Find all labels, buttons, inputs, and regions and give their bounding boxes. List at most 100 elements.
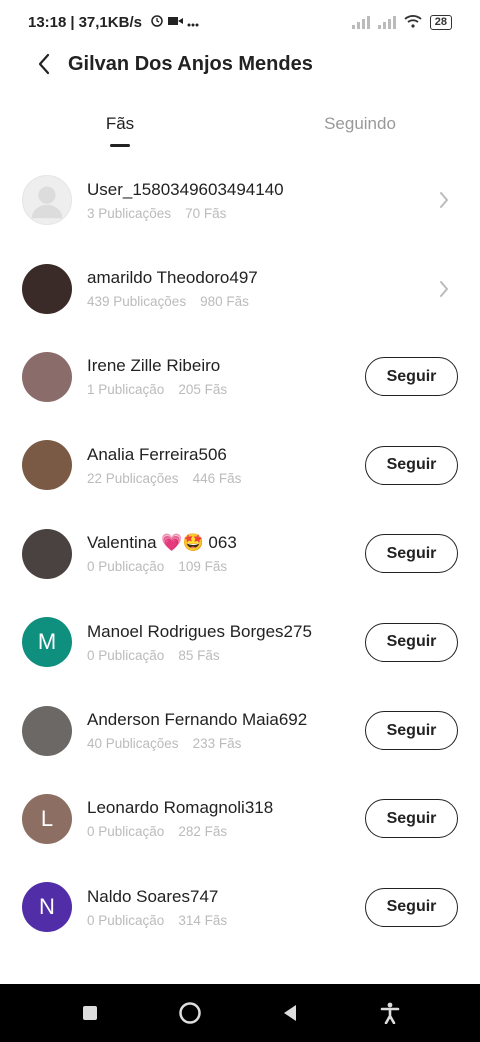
posts-count: 3 Publicações [87, 205, 172, 221]
page-title: Gilvan Dos Anjos Mendes [68, 52, 313, 75]
user-row[interactable]: L Leonardo Romagnoli318 0 Publicação 282 Fã… [0, 775, 480, 863]
user-info: User_1580349603494140 3 Publicações 70 Fãs [87, 180, 434, 221]
user-row[interactable]: N Naldo Soares747 0 Publicação 314 Fãs Segui… [0, 863, 480, 951]
user-row[interactable]: Analia Ferreira506 22 Publicações 446 Fãs S… [0, 421, 480, 509]
fans-count: 205 Fãs [178, 382, 228, 398]
user-name[interactable]: Irene Zille Ribeiro [87, 356, 365, 376]
user-row[interactable]: amarildo Theodoro497 439 Publicações 980 F… [0, 244, 480, 332]
alarm-icon [150, 13, 164, 31]
avatar[interactable]: M [22, 617, 72, 668]
recent-apps-button[interactable] [70, 993, 110, 1033]
follow-button[interactable]: Seguir [365, 799, 458, 839]
back-button[interactable] [24, 44, 64, 84]
posts-count: 40 Publicações [87, 736, 179, 752]
posts-count: 0 Publicação [87, 647, 165, 663]
back-nav-button[interactable] [270, 993, 310, 1033]
fans-count: 70 Fãs [185, 205, 227, 221]
user-list: User_1580349603494140 3 Publicações 70 Fãs… [0, 156, 480, 952]
avatar[interactable] [22, 351, 72, 402]
follow-button[interactable]: Seguir [365, 357, 458, 397]
fans-count: 85 Fãs [178, 647, 220, 663]
tab-fans[interactable]: Fãs [0, 100, 240, 150]
tabs: Fãs Seguindo [0, 100, 480, 150]
avatar[interactable] [22, 440, 72, 491]
avatar[interactable] [22, 263, 72, 314]
home-button[interactable] [170, 993, 210, 1033]
follow-button[interactable]: Seguir [365, 534, 458, 574]
avatar[interactable]: L [22, 793, 72, 844]
video-icon [167, 14, 183, 31]
follow-button[interactable]: Seguir [365, 622, 458, 662]
user-name[interactable]: Leonardo Romagnoli318 [87, 798, 365, 818]
header: Gilvan Dos Anjos Mendes [0, 44, 480, 84]
fans-count: 980 Fãs [200, 294, 249, 310]
square-icon [83, 1006, 97, 1020]
signal-icon-2 [377, 15, 396, 29]
posts-count: 22 Publicações [87, 470, 179, 486]
follow-button[interactable]: Seguir [365, 711, 458, 751]
avatar[interactable] [22, 528, 72, 579]
user-meta: 40 Publicações 233 Fãs [87, 736, 365, 751]
user-info: Valentina 💗🤩 063 0 Publicação 109 Fãs [87, 533, 365, 574]
user-row[interactable]: Valentina 💗🤩 063 0 Publicação 109 Fãs Segui… [0, 510, 480, 598]
avatar-letter: L [40, 805, 54, 831]
avatar[interactable] [22, 175, 72, 226]
user-name[interactable]: Valentina 💗🤩 063 [87, 533, 365, 553]
wifi-icon [404, 14, 422, 31]
user-info: Manoel Rodrigues Borges275 0 Publicação 85… [87, 622, 365, 663]
status-bar: 13:18 | 37,1KB/s 28 [0, 0, 480, 44]
accessibility-icon [380, 1002, 400, 1024]
accessibility-button[interactable] [370, 993, 410, 1033]
follow-button[interactable]: Seguir [365, 445, 458, 485]
avatar-letter: N [39, 894, 55, 920]
status-right: 28 [351, 14, 452, 31]
more-dots-icon [187, 14, 199, 31]
tab-fans-label: Fãs [105, 114, 135, 133]
user-name[interactable]: User_1580349603494140 [87, 180, 434, 200]
user-info: Anderson Fernando Maia692 40 Publicações 2… [87, 710, 365, 751]
user-info: Analia Ferreira506 22 Publicações 446 Fãs [87, 445, 365, 486]
user-name[interactable]: Anderson Fernando Maia692 [87, 710, 365, 730]
user-meta: 1 Publicação 205 Fãs [87, 382, 365, 397]
posts-count: 0 Publicação [87, 824, 165, 840]
avatar-letter: M [37, 629, 57, 655]
fans-count: 282 Fãs [178, 824, 228, 840]
signal-icon [351, 15, 370, 29]
chevron-right-icon[interactable] [434, 190, 454, 210]
user-row[interactable]: User_1580349603494140 3 Publicações 70 Fãs [0, 156, 480, 244]
follow-button[interactable]: Seguir [365, 887, 458, 927]
user-name[interactable]: Naldo Soares747 [87, 887, 365, 907]
tab-following[interactable]: Seguindo [240, 100, 480, 150]
chevron-right-icon[interactable] [434, 279, 454, 299]
fans-count: 314 Fãs [178, 912, 228, 928]
posts-count: 439 Publicações [87, 294, 187, 310]
user-meta: 3 Publicações 70 Fãs [87, 206, 434, 221]
user-meta: 0 Publicação 282 Fãs [87, 824, 365, 839]
user-name[interactable]: Analia Ferreira506 [87, 445, 365, 465]
user-row[interactable]: Anderson Fernando Maia692 40 Publicações 2… [0, 686, 480, 774]
user-meta: 0 Publicação 109 Fãs [87, 559, 365, 574]
avatar[interactable] [22, 705, 72, 756]
user-info: Naldo Soares747 0 Publicação 314 Fãs [87, 887, 365, 928]
status-left: 13:18 | 37,1KB/s [28, 13, 199, 31]
user-row[interactable]: Irene Zille Ribeiro 1 Publicação 205 Fãs Se… [0, 333, 480, 421]
back-arrow-icon [38, 53, 50, 75]
user-row[interactable]: M Manoel Rodrigues Borges275 0 Publicação 8… [0, 598, 480, 686]
fans-count: 109 Fãs [178, 559, 228, 575]
status-time: 13:18 [28, 13, 67, 31]
default-avatar-icon [31, 186, 63, 219]
posts-count: 1 Publicação [87, 382, 165, 398]
navigation-bar [0, 984, 480, 1042]
home-circle-icon [179, 1002, 201, 1024]
avatar[interactable]: N [22, 882, 72, 933]
tab-following-label: Seguindo [324, 114, 396, 133]
fans-count: 233 Fãs [192, 736, 242, 752]
user-name[interactable]: Manoel Rodrigues Borges275 [87, 622, 365, 642]
user-meta: 22 Publicações 446 Fãs [87, 471, 365, 486]
user-meta: 439 Publicações 980 Fãs [87, 294, 434, 309]
user-name[interactable]: amarildo Theodoro497 [87, 268, 434, 288]
fans-count: 446 Fãs [192, 470, 242, 486]
posts-count: 0 Publicação [87, 912, 165, 928]
triangle-back-icon [284, 1005, 296, 1021]
tab-indicator [110, 144, 130, 147]
